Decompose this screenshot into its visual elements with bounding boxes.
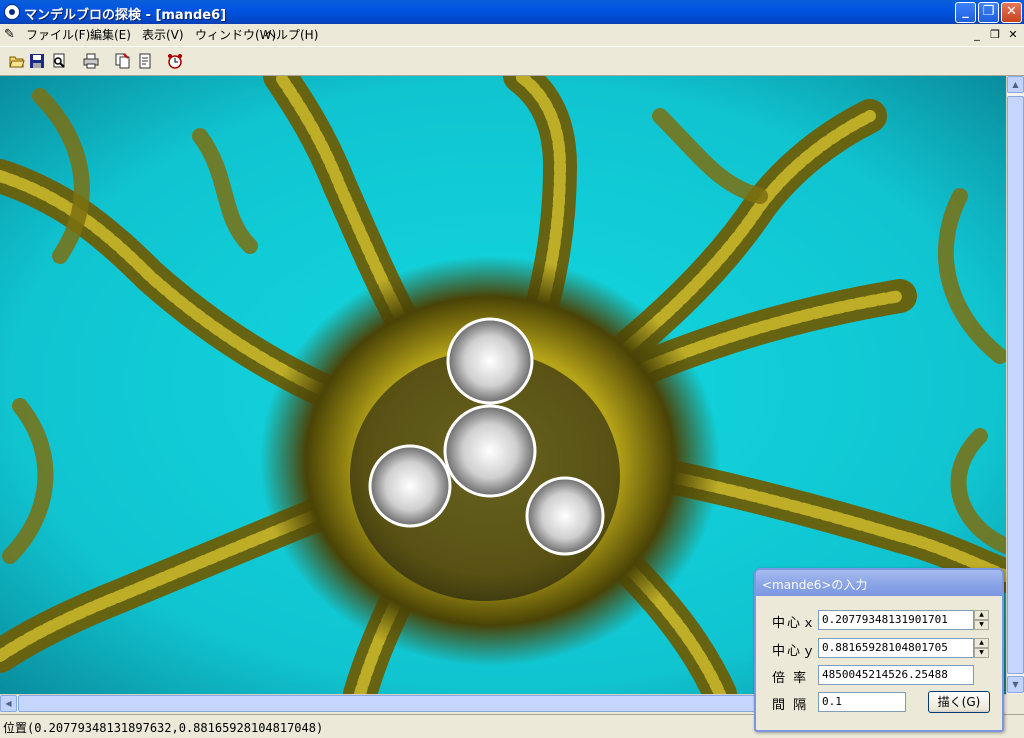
input-dialog: <mande6>の入力 中心ｘ 0.20779348131901701 ▲ ▼ …: [754, 568, 1004, 732]
menu-help[interactable]: ヘルプ(H): [264, 27, 318, 43]
scroll-down-button[interactable]: ▼: [1007, 676, 1024, 693]
mdi-minimize-icon[interactable]: _: [970, 28, 984, 42]
draw-button[interactable]: 描く(G): [928, 691, 990, 713]
zoom-label: 倍 率: [772, 671, 809, 686]
open-folder-icon[interactable]: [9, 53, 25, 69]
menu-view[interactable]: 表示(V): [142, 27, 184, 43]
dialog-title: <mande6>の入力: [762, 578, 868, 592]
center-y-field[interactable]: 0.88165928104801705: [818, 638, 974, 658]
alarm-clock-icon[interactable]: [167, 53, 183, 69]
scroll-left-button[interactable]: ◀: [0, 695, 17, 712]
position-readout: 位置(0.20779348131897632,0.881659281048170…: [3, 721, 324, 735]
toolbar: [0, 46, 1024, 76]
minimize-button[interactable]: _: [955, 2, 976, 23]
paste-icon[interactable]: [137, 53, 153, 69]
print-icon[interactable]: [83, 53, 99, 69]
menu-edit[interactable]: 編集(E): [90, 27, 131, 43]
scroll-up-button[interactable]: ▲: [1007, 76, 1024, 93]
dialog-title-bar[interactable]: <mande6>の入力: [756, 570, 1002, 596]
vertical-scrollbar[interactable]: ▲ ▼: [1006, 76, 1024, 694]
menu-file[interactable]: ファイル(F): [26, 27, 90, 43]
zoom-field[interactable]: 4850045214526.25488: [818, 665, 974, 685]
mdi-restore-icon[interactable]: ❐: [988, 28, 1002, 42]
window-title: マンデルブロの探検 - [mande6]: [24, 8, 227, 23]
vertical-scroll-thumb[interactable]: [1007, 96, 1024, 674]
restore-button[interactable]: ❐: [978, 2, 999, 23]
save-disk-icon[interactable]: [29, 53, 45, 69]
spin-down-icon[interactable]: ▼: [974, 648, 989, 658]
copy-icon[interactable]: [115, 53, 131, 69]
spin-down-icon[interactable]: ▼: [974, 620, 989, 630]
mdi-close-icon[interactable]: ✕: [1006, 28, 1020, 42]
document-icon[interactable]: ✎: [4, 27, 20, 43]
spin-up-icon[interactable]: ▲: [974, 610, 989, 620]
menu-bar: ✎ ファイル(F) 編集(E) 表示(V) ウィンドウ(W) ヘルプ(H) _ …: [0, 24, 1024, 46]
title-bar[interactable]: マンデルブロの探検 - [mande6] _ ❐ ✕: [0, 0, 1024, 24]
interval-field[interactable]: 0.1: [818, 692, 906, 712]
center-x-label: 中心ｘ: [772, 616, 818, 631]
interval-label: 間 隔: [772, 698, 809, 713]
center-x-spinner[interactable]: ▲ ▼: [974, 610, 989, 630]
close-button[interactable]: ✕: [1001, 2, 1022, 23]
center-y-spinner[interactable]: ▲ ▼: [974, 638, 989, 658]
print-preview-icon[interactable]: [51, 53, 67, 69]
app-icon[interactable]: [4, 4, 20, 20]
spin-up-icon[interactable]: ▲: [974, 638, 989, 648]
center-x-field[interactable]: 0.20779348131901701: [818, 610, 974, 630]
center-y-label: 中心ｙ: [772, 644, 818, 659]
